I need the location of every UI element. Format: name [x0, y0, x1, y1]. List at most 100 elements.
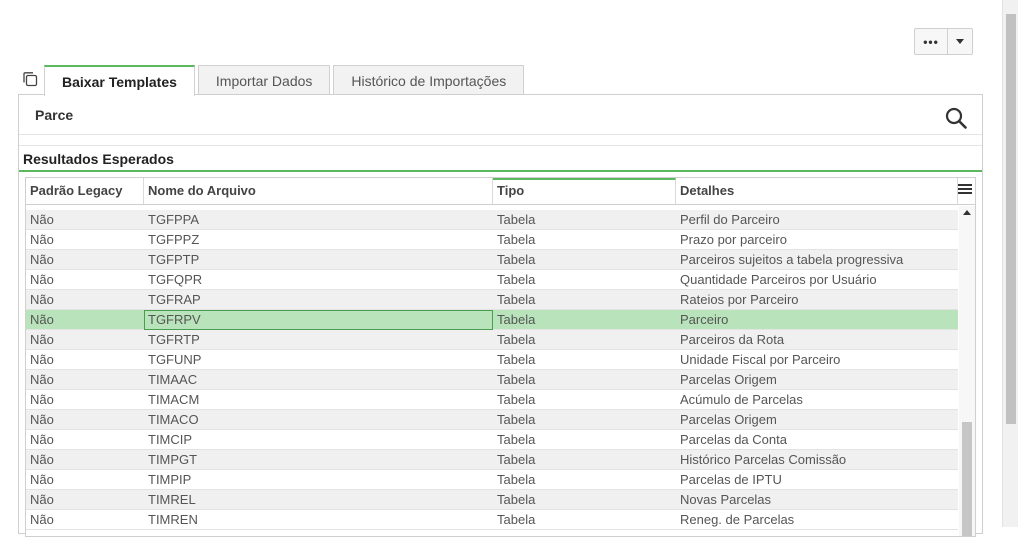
cell-padrao-legacy: Não — [30, 472, 54, 487]
cell-padrao-legacy: Não — [30, 372, 54, 387]
table-row[interactable]: Não TIMCIP Tabela Parcelas da Conta — [26, 430, 958, 450]
cell-nome-arquivo: TGFRAP — [148, 292, 201, 307]
table-row[interactable]: Não TGFPPA Tabela Perfil do Parceiro — [26, 210, 958, 230]
cell-tipo: Tabela — [497, 352, 536, 367]
cell-tipo: Tabela — [497, 512, 536, 527]
tab-historico-importacoes[interactable]: Histórico de Importações — [333, 65, 525, 95]
cell-padrao-legacy: Não — [30, 312, 54, 327]
cell-tipo: Tabela — [497, 292, 536, 307]
templates-panel: Resultados Esperados Padrão Legacy Nome … — [18, 94, 983, 537]
cell-detalhes: Prazo por parceiro — [680, 232, 787, 247]
cell-detalhes: Novas Parcelas — [680, 492, 772, 507]
cell-detalhes: Parceiros sujeitos a tabela progressiva — [680, 252, 904, 267]
table-row[interactable]: Não TIMAAC Tabela Parcelas Origem — [26, 370, 958, 390]
column-menu-icon[interactable] — [958, 184, 972, 198]
cell-padrao-legacy: Não — [30, 452, 54, 467]
grid-scrollbar-thumb[interactable] — [962, 422, 972, 536]
tab-importar-dados[interactable]: Importar Dados — [197, 65, 331, 95]
cell-nome-arquivo: TIMACO — [148, 412, 199, 427]
tab-baixar-templates[interactable]: Baixar Templates — [44, 65, 195, 96]
page-scrollbar-thumb[interactable] — [1006, 14, 1016, 424]
grid-body: Não TGFPPA Tabela Perfil do Parceiro Não TGFP… — [26, 206, 958, 536]
cell-detalhes: Rateios por Parceiro — [680, 292, 799, 307]
table-row[interactable]: Não TIMREN Tabela Reneg. de Parcelas — [26, 510, 958, 530]
cell-detalhes: Quantidade Parceiros por Usuário — [680, 272, 877, 287]
scroll-up-icon[interactable] — [963, 210, 971, 215]
column-header-tipo[interactable]: Tipo — [493, 178, 676, 204]
chevron-down-icon — [956, 39, 964, 44]
tab-bar: Baixar Templates Importar Dados Históric… — [44, 65, 527, 96]
table-row[interactable]: Não TGFRTP Tabela Parceiros da Rota — [26, 330, 958, 350]
cell-detalhes: Unidade Fiscal por Parceiro — [680, 352, 841, 367]
more-options-button[interactable]: ••• — [915, 29, 948, 54]
results-title: Resultados Esperados — [19, 145, 982, 172]
results-grid: Padrão Legacy Nome do Arquivo Tipo Detal… — [25, 177, 976, 537]
table-row[interactable]: Não TIMPGT Tabela Histórico Parcelas Comiss… — [26, 450, 958, 470]
table-row[interactable]: Não TIMPIP Tabela Parcelas de IPTU — [26, 470, 958, 490]
cell-padrao-legacy: Não — [30, 252, 54, 267]
table-row[interactable]: Não TGFPPZ Tabela Prazo por parceiro — [26, 230, 958, 250]
cell-detalhes: Histórico Parcelas Comissão — [680, 452, 847, 467]
table-row[interactable]: Não TGFRPV Tabela Parceiro — [26, 310, 958, 330]
cell-padrao-legacy: Não — [30, 432, 54, 447]
cell-nome-arquivo: TGFPPA — [148, 212, 200, 227]
cell-detalhes: Acúmulo de Parcelas — [680, 392, 803, 407]
search-bar — [19, 95, 982, 135]
cell-tipo: Tabela — [497, 452, 536, 467]
cell-nome-arquivo: TIMPIP — [148, 472, 192, 487]
cell-padrao-legacy: Não — [30, 332, 54, 347]
grid-scrollbar[interactable] — [959, 206, 975, 536]
cell-padrao-legacy: Não — [30, 512, 54, 527]
table-row[interactable]: Não TGFPTP Tabela Parceiros sujeitos a tabe… — [26, 250, 958, 270]
table-row[interactable]: Não TIMACM Tabela Acúmulo de Parcelas — [26, 390, 958, 410]
cell-detalhes: Parceiros da Rota — [680, 332, 785, 347]
cell-padrao-legacy: Não — [30, 212, 54, 227]
cell-nome-arquivo: TGFPPZ — [148, 232, 200, 247]
cell-tipo: Tabela — [497, 212, 536, 227]
cell-padrao-legacy: Não — [30, 352, 54, 367]
cell-detalhes: Parceiro — [680, 312, 729, 327]
cell-nome-arquivo: TIMACM — [148, 392, 200, 407]
search-icon[interactable] — [945, 107, 967, 129]
cell-tipo: Tabela — [497, 372, 536, 387]
table-row[interactable]: Não TIMACO Tabela Parcelas Origem — [26, 410, 958, 430]
cell-tipo: Tabela — [497, 312, 536, 327]
cell-padrao-legacy: Não — [30, 272, 54, 287]
cell-detalhes: Parcelas Origem — [680, 372, 777, 387]
cell-nome-arquivo: TIMCIP — [148, 432, 193, 447]
column-header-nome-arquivo[interactable]: Nome do Arquivo — [144, 178, 493, 204]
cell-nome-arquivo: TGFRPV — [144, 310, 493, 330]
cell-detalhes: Parcelas de IPTU — [680, 472, 782, 487]
cell-nome-arquivo: TIMAAC — [148, 372, 198, 387]
cell-tipo: Tabela — [497, 252, 536, 267]
grid-header: Padrão Legacy Nome do Arquivo Tipo Detal… — [26, 178, 975, 205]
cell-tipo: Tabela — [497, 412, 536, 427]
more-actions-group: ••• — [914, 28, 973, 55]
dropdown-toggle-button[interactable] — [948, 29, 972, 54]
cell-nome-arquivo: TIMREL — [148, 492, 196, 507]
table-row[interactable]: Não TGFUNP Tabela Unidade Fiscal por Parcei… — [26, 350, 958, 370]
search-input[interactable] — [33, 104, 913, 126]
column-header-detalhes[interactable]: Detalhes — [676, 178, 958, 204]
cell-nome-arquivo: TGFUNP — [148, 352, 202, 367]
cell-nome-arquivo: TIMREN — [148, 512, 198, 527]
table-row[interactable]: Não TGFRAP Tabela Rateios por Parceiro — [26, 290, 958, 310]
page-scrollbar[interactable] — [1002, 0, 1018, 527]
column-header-padrao-legacy[interactable]: Padrão Legacy — [26, 178, 144, 204]
table-row[interactable]: Não TGFQPR Tabela Quantidade Parceiros por … — [26, 270, 958, 290]
cell-detalhes: Parcelas da Conta — [680, 432, 787, 447]
copy-icon[interactable] — [22, 71, 38, 87]
cell-detalhes: Parcelas Origem — [680, 412, 777, 427]
cell-nome-arquivo: TGFRTP — [148, 332, 200, 347]
cell-tipo: Tabela — [497, 392, 536, 407]
cell-detalhes: Reneg. de Parcelas — [680, 512, 795, 527]
cell-tipo: Tabela — [497, 232, 536, 247]
cell-detalhes: Perfil do Parceiro — [680, 212, 780, 227]
cell-padrao-legacy: Não — [30, 232, 54, 247]
cell-tipo: Tabela — [497, 432, 536, 447]
cell-nome-arquivo: TGFPTP — [148, 252, 200, 267]
cell-tipo: Tabela — [497, 272, 536, 287]
table-row[interactable]: Não TIMREL Tabela Novas Parcelas — [26, 490, 958, 510]
cell-nome-arquivo: TIMPGT — [148, 452, 198, 467]
cell-padrao-legacy: Não — [30, 292, 54, 307]
